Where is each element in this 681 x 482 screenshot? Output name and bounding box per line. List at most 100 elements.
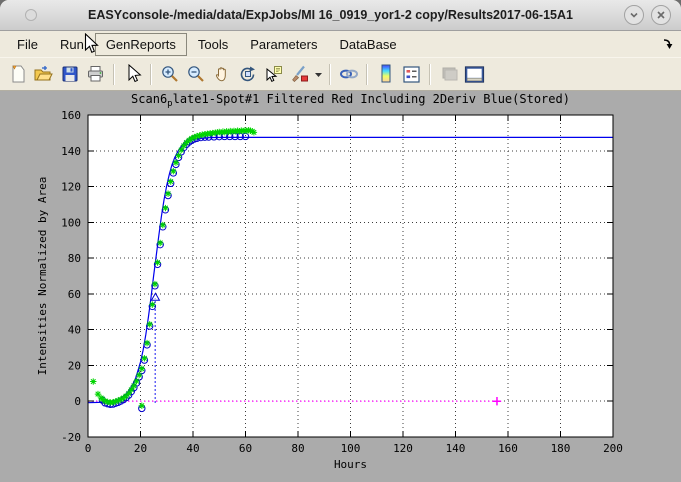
save-floppy-icon bbox=[60, 64, 80, 84]
brush-data-button[interactable] bbox=[287, 62, 312, 87]
hide-plot-tools-icon bbox=[439, 64, 459, 84]
figure-toolbar bbox=[0, 57, 681, 91]
filtered-data-asterisks-marker bbox=[90, 378, 96, 384]
y-tick-label: 100 bbox=[61, 216, 81, 229]
open-folder-icon bbox=[33, 64, 54, 84]
x-tick-label: 0 bbox=[85, 442, 92, 455]
x-tick-label: 180 bbox=[551, 442, 571, 455]
filtered-data-asterisks-marker bbox=[141, 355, 147, 361]
close-button[interactable] bbox=[651, 5, 671, 25]
plot-canvas[interactable]: 020406080100120140160180200-200204060801… bbox=[0, 91, 681, 482]
filtered-data-asterisks-marker bbox=[152, 281, 158, 287]
y-tick-label: 140 bbox=[61, 145, 81, 158]
menu-file[interactable]: File bbox=[6, 33, 49, 56]
new-figure-button[interactable] bbox=[5, 62, 30, 87]
legend-icon bbox=[401, 64, 422, 85]
x-axis-label: Hours bbox=[334, 458, 367, 471]
chevron-down-icon bbox=[628, 9, 640, 21]
toolbar-separator bbox=[429, 64, 431, 85]
brush-dropdown-button[interactable] bbox=[313, 62, 324, 87]
zoom-in-icon bbox=[160, 64, 180, 84]
close-icon bbox=[655, 9, 667, 21]
menu-overflow-arrow[interactable] bbox=[661, 37, 674, 55]
filtered-data-asterisks-marker bbox=[149, 301, 155, 307]
hand-icon bbox=[212, 64, 232, 84]
filtered-data-asterisks-marker bbox=[144, 340, 150, 346]
y-tick-label: 160 bbox=[61, 109, 81, 122]
link-chain-icon bbox=[338, 64, 360, 84]
x-tick-label: 120 bbox=[393, 442, 413, 455]
show-plot-tools-dock-button[interactable] bbox=[462, 62, 487, 87]
colorbar-icon bbox=[376, 63, 396, 85]
zoom-in-button[interactable] bbox=[157, 62, 182, 87]
link-plot-button[interactable] bbox=[336, 62, 361, 87]
toolbar-separator bbox=[150, 64, 152, 85]
window-controls bbox=[624, 5, 671, 25]
data-cursor-button[interactable] bbox=[261, 62, 286, 87]
x-tick-label: 160 bbox=[498, 442, 518, 455]
menu-parameters[interactable]: Parameters bbox=[239, 33, 328, 56]
filtered-data-asterisks-marker bbox=[157, 240, 163, 246]
easyconsole-window: EASYconsole-/media/data/ExpJobs/MI 16_09… bbox=[0, 0, 681, 482]
rotate-3d-icon bbox=[238, 64, 258, 84]
edit-plot-button[interactable] bbox=[120, 62, 145, 87]
x-tick-label: 100 bbox=[341, 442, 361, 455]
toolbar-separator bbox=[329, 64, 331, 85]
filtered-data-asterisks-marker bbox=[133, 378, 139, 384]
corner-arrow-icon bbox=[661, 37, 674, 50]
new-document-icon bbox=[8, 64, 28, 84]
hide-plot-tools-button bbox=[436, 62, 461, 87]
y-tick-label: 60 bbox=[68, 288, 81, 301]
window-menu-button[interactable] bbox=[25, 9, 37, 21]
filtered-data-asterisks-marker bbox=[175, 152, 181, 158]
x-tick-label: 60 bbox=[239, 442, 252, 455]
brush-icon bbox=[290, 64, 310, 84]
y-tick-label: 120 bbox=[61, 181, 81, 194]
titlebar[interactable]: EASYconsole-/media/data/ExpJobs/MI 16_09… bbox=[0, 0, 681, 31]
print-figure-button[interactable] bbox=[83, 62, 108, 87]
menu-tools[interactable]: Tools bbox=[187, 33, 239, 56]
filtered-data-asterisks-marker bbox=[251, 129, 257, 135]
save-figure-button[interactable] bbox=[57, 62, 82, 87]
plot-title: Scan6plate1-Spot#1 Filtered Red Includin… bbox=[131, 92, 570, 109]
x-tick-label: 140 bbox=[446, 442, 466, 455]
mouse-cursor bbox=[84, 33, 102, 55]
figure-area: 020406080100120140160180200-200204060801… bbox=[0, 91, 681, 482]
y-axis-label: Intensities Normalized by Area bbox=[36, 177, 49, 376]
insert-legend-button[interactable] bbox=[399, 62, 424, 87]
filtered-data-asterisks-marker bbox=[170, 168, 176, 174]
zoom-out-button[interactable] bbox=[183, 62, 208, 87]
printer-icon bbox=[85, 64, 106, 84]
zoom-out-icon bbox=[186, 64, 206, 84]
filtered-data-asterisks-marker bbox=[146, 321, 152, 327]
filtered-data-asterisks-marker bbox=[165, 191, 171, 197]
shade-button[interactable] bbox=[624, 5, 644, 25]
filtered-data-asterisks-marker bbox=[139, 402, 145, 408]
pan-button[interactable] bbox=[209, 62, 234, 87]
toolbar-separator bbox=[113, 64, 115, 85]
open-file-button[interactable] bbox=[31, 62, 56, 87]
filtered-data-asterisks-marker bbox=[95, 391, 101, 397]
filtered-data-asterisks-marker bbox=[154, 259, 160, 265]
x-tick-label: 200 bbox=[603, 442, 623, 455]
menubar: File Run GenReports Tools Parameters Dat… bbox=[0, 31, 681, 57]
filtered-data-asterisks-marker bbox=[167, 178, 173, 184]
y-tick-label: 0 bbox=[74, 395, 81, 408]
y-tick-label: 80 bbox=[68, 252, 81, 265]
menu-genreports[interactable]: GenReports bbox=[95, 33, 187, 56]
y-tick-label: 40 bbox=[68, 324, 81, 337]
dropdown-caret-icon bbox=[314, 70, 323, 79]
menu-database[interactable]: DataBase bbox=[328, 33, 407, 56]
window-title: EASYconsole-/media/data/ExpJobs/MI 16_09… bbox=[37, 8, 624, 22]
y-tick-label: -20 bbox=[61, 431, 81, 444]
filtered-data-asterisks-marker bbox=[136, 372, 142, 378]
x-tick-label: 80 bbox=[291, 442, 304, 455]
y-tick-label: 20 bbox=[68, 359, 81, 372]
insert-colorbar-button[interactable] bbox=[373, 62, 398, 87]
toolbar-separator bbox=[366, 64, 368, 85]
x-tick-label: 40 bbox=[186, 442, 199, 455]
filtered-data-asterisks-marker bbox=[173, 159, 179, 165]
rotate-3d-button[interactable] bbox=[235, 62, 260, 87]
filtered-data-asterisks-marker bbox=[139, 365, 145, 371]
pointer-arrow-icon bbox=[124, 64, 142, 84]
